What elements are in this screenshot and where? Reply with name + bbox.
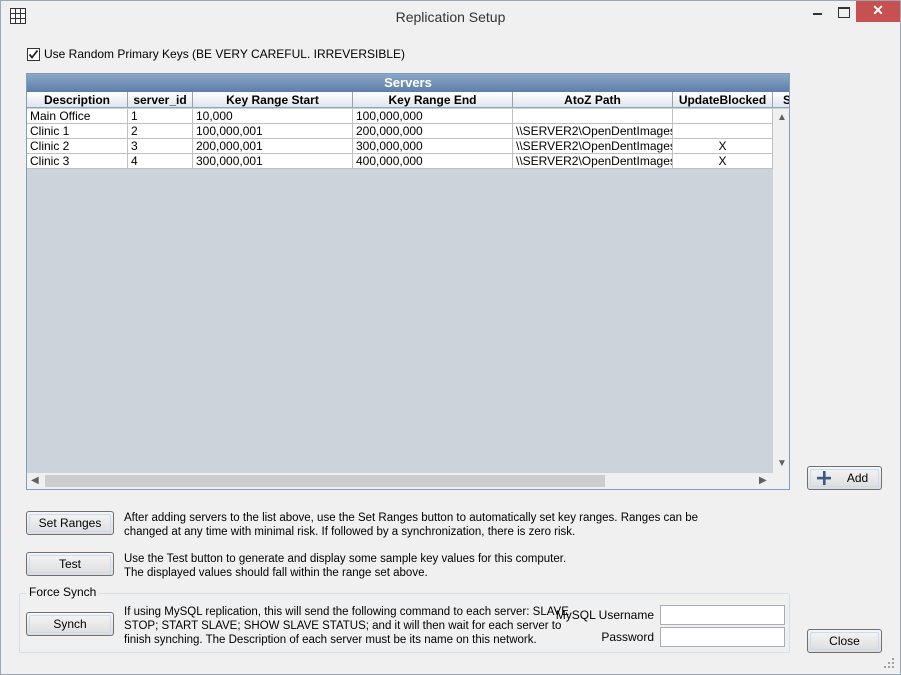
cell-server-id: 1 (128, 109, 193, 123)
column-header-description[interactable]: Description (27, 92, 128, 107)
window-close-button[interactable]: ✕ (856, 1, 900, 22)
vertical-scrollbar[interactable]: ▲ ▼ (773, 109, 789, 473)
cell-key-range-end: 200,000,000 (353, 124, 513, 138)
cell-key-range-start: 300,000,001 (193, 154, 353, 168)
cell-key-range-end: 300,000,000 (353, 139, 513, 153)
close-icon: ✕ (872, 2, 884, 18)
cell-description: Clinic 3 (27, 154, 128, 168)
test-button[interactable]: Test (26, 552, 114, 576)
cell-update-blocked: X (673, 139, 773, 153)
cell-server-id: 4 (128, 154, 193, 168)
force-synch-description: If using MySQL replication, this will se… (124, 605, 569, 647)
title-bar[interactable]: Replication Setup ✕ (1, 1, 900, 31)
cell-server-id: 2 (128, 124, 193, 138)
column-header-update-blocked[interactable]: UpdateBlocked (673, 92, 773, 107)
cell-update-blocked (673, 124, 773, 138)
cell-key-range-start: 100,000,001 (193, 124, 353, 138)
grid-header: Description server_id Key Range Start Ke… (27, 92, 789, 108)
column-header-server-id[interactable]: server_id (128, 92, 193, 107)
random-keys-checkbox[interactable] (27, 48, 40, 61)
cell-description: Clinic 2 (27, 139, 128, 153)
column-header-key-range-start[interactable]: Key Range Start (193, 92, 353, 107)
grid-title: Servers (27, 74, 789, 92)
maximize-button[interactable] (830, 1, 856, 22)
window-title: Replication Setup (395, 9, 506, 25)
servers-grid[interactable]: Servers Description server_id Key Range … (26, 73, 790, 490)
mysql-username-label: MySQL Username (555, 608, 654, 622)
minimize-button[interactable] (804, 1, 830, 22)
test-description: Use the Test button to generate and disp… (124, 552, 566, 580)
column-header-key-range-end[interactable]: Key Range End (353, 92, 513, 107)
set-ranges-desc-line: changed at any time with minimal risk. I… (124, 526, 576, 538)
cell-key-range-start: 200,000,001 (193, 139, 353, 153)
resize-grip-icon[interactable] (882, 656, 896, 670)
synch-label: Synch (53, 617, 87, 631)
cell-key-range-end: 100,000,000 (353, 109, 513, 123)
test-desc-line: The displayed values should fall within … (124, 567, 428, 579)
cell-update-blocked (673, 109, 773, 123)
cell-key-range-start: 10,000 (193, 109, 353, 123)
force-synch-desc-line: If using MySQL replication, this will se… (124, 606, 569, 618)
mysql-username-input[interactable] (660, 605, 785, 625)
set-ranges-label: Set Ranges (38, 516, 102, 530)
force-synch-legend: Force Synch (26, 585, 100, 599)
add-button-label: Add (846, 471, 869, 485)
add-button[interactable]: Add (807, 466, 882, 490)
plus-icon (817, 471, 831, 485)
cell-server-id: 3 (128, 139, 193, 153)
close-button-label: Close (829, 634, 860, 648)
cell-atoz-path: \\SERVER2\OpenDentImages (513, 139, 673, 153)
table-row[interactable]: Clinic 3 4 300,000,001 400,000,000 \\SER… (27, 154, 773, 169)
cell-atoz-path: \\SERVER2\OpenDentImages (513, 154, 673, 168)
synch-button[interactable]: Synch (26, 612, 114, 636)
force-synch-desc-line: finish synching. The Description of each… (124, 634, 537, 646)
test-label: Test (58, 557, 81, 571)
scroll-right-icon[interactable]: ▶ (759, 476, 767, 486)
cell-atoz-path (513, 109, 673, 123)
cell-update-blocked: X (673, 154, 773, 168)
cell-atoz-path: \\SERVER2\OpenDentImages (513, 124, 673, 138)
random-keys-label[interactable]: Use Random Primary Keys (BE VERY CAREFUL… (44, 47, 405, 61)
set-ranges-button[interactable]: Set Ranges (26, 511, 114, 535)
scroll-corner (773, 473, 789, 489)
table-row[interactable]: Clinic 1 2 100,000,001 200,000,000 \\SER… (27, 124, 773, 139)
cell-description: Clinic 1 (27, 124, 128, 138)
table-row[interactable]: Clinic 2 3 200,000,001 300,000,000 \\SER… (27, 139, 773, 154)
close-button[interactable]: Close (807, 629, 882, 653)
set-ranges-description: After adding servers to the list above, … (124, 511, 698, 539)
horizontal-scroll-thumb[interactable] (45, 475, 605, 487)
cell-description: Main Office (27, 109, 128, 123)
horizontal-scrollbar[interactable]: ◀ ▶ (27, 473, 773, 489)
table-row[interactable]: Main Office 1 10,000 100,000,000 (27, 109, 773, 124)
checkmark-icon (28, 49, 39, 59)
password-label: Password (601, 630, 654, 644)
force-synch-desc-line: STOP; START SLAVE; SHOW SLAVE STATUS; an… (124, 620, 562, 632)
column-header-atoz-path[interactable]: AtoZ Path (513, 92, 673, 107)
replication-setup-window: Replication Setup ✕ Use Random Primary K… (0, 0, 901, 675)
scroll-up-icon[interactable]: ▲ (777, 113, 787, 123)
password-input[interactable] (660, 627, 785, 647)
column-header-truncated[interactable]: S (773, 92, 789, 107)
test-desc-line: Use the Test button to generate and disp… (124, 553, 567, 565)
set-ranges-desc-line: After adding servers to the list above, … (124, 512, 699, 524)
cell-key-range-end: 400,000,000 (353, 154, 513, 168)
scroll-left-icon[interactable]: ◀ (31, 476, 39, 486)
scroll-down-icon[interactable]: ▼ (777, 459, 787, 469)
